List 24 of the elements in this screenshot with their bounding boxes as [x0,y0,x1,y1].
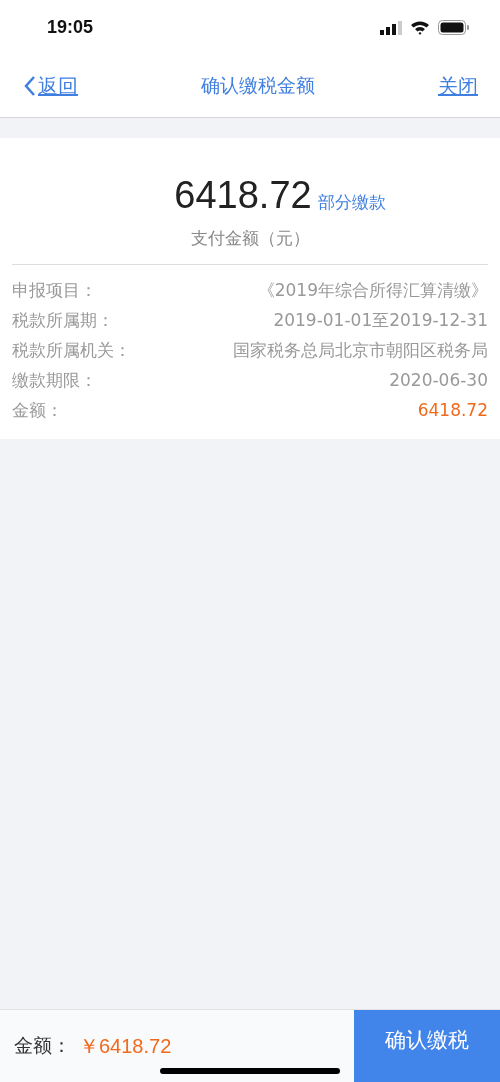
detail-label: 金额： [12,398,63,422]
wifi-icon [410,20,430,35]
partial-payment-label: 部分缴款 [317,191,386,214]
detail-label: 税款所属机关： [12,338,131,362]
detail-value: 国家税务总局北京市朝阳区税务局 [233,338,488,362]
detail-value: 《2019年综合所得汇算清缴》 [257,278,488,302]
detail-value: 2019-01-01至2019-12-31 [273,308,488,332]
payment-amount: 6418.72 [174,174,312,217]
total-amount: ￥6418.72 [79,1033,172,1059]
detail-value: 6418.72 [417,400,488,420]
detail-label: 缴款期限： [12,368,97,392]
battery-icon [438,20,470,35]
back-link[interactable]: 返回 [24,72,78,100]
total-label: 金额： [14,1033,71,1058]
detail-label: 申报项目： [12,278,97,302]
amount-caption: 支付金额（元） [190,227,310,250]
close-link[interactable]: 关闭 [438,72,478,100]
page-title: 确认缴税金额 [201,73,315,98]
detail-label: 税款所属期： [12,308,114,332]
signal-icon [380,20,402,35]
status-time: 19:05 [47,17,94,38]
confirm-payment-button[interactable]: 确认缴税 [354,1010,500,1082]
chevron-left-icon [24,75,36,97]
detail-value: 2020-06-30 [389,370,488,390]
